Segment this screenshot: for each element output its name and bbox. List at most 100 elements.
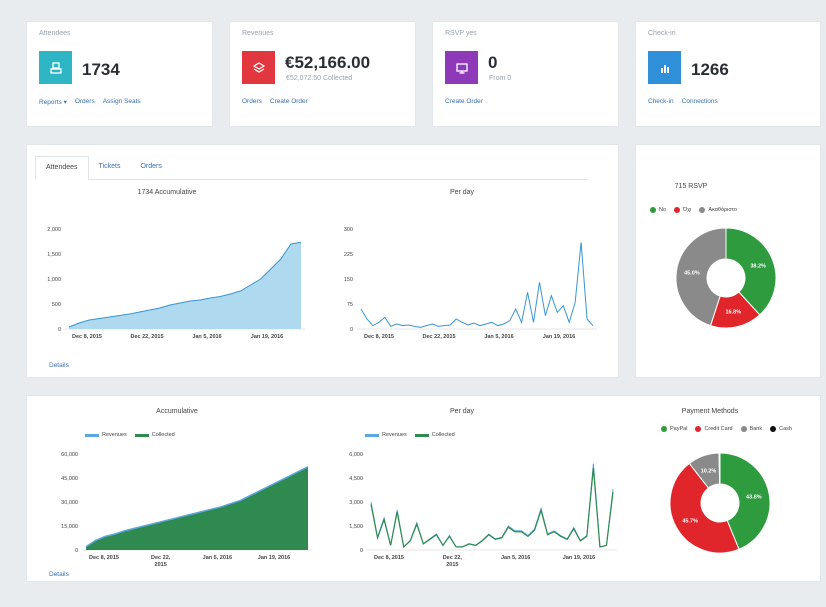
x-tick-label: 2015 bbox=[446, 562, 458, 568]
stat-card-revenues: Revenues €52,166.00 €52,072.50 Collected… bbox=[229, 21, 416, 127]
details-link[interactable]: Details bbox=[49, 362, 69, 369]
y-tick-label: 45,000 bbox=[61, 476, 78, 482]
attendees-per-day-chart: 0 75 150 225 300 Dec 8, 2015 Dec 22, 2015 Jan 5… bbox=[344, 227, 597, 340]
legend-item[interactable]: Bank bbox=[740, 426, 763, 432]
assign-seats-link[interactable]: Assign Seats bbox=[103, 98, 141, 106]
y-tick-label: 3,000 bbox=[349, 500, 363, 506]
reports-dropdown[interactable]: Reports ▾ bbox=[39, 98, 67, 106]
stat-card-checkin: Check-in 1266 Check-in Connections bbox=[635, 21, 821, 127]
legend-label: Bank bbox=[749, 426, 763, 432]
chart-title: 1734 Accumulative bbox=[137, 189, 197, 196]
y-tick-label: 500 bbox=[52, 302, 61, 308]
stat-value: 0 bbox=[488, 53, 498, 72]
legend-swatch bbox=[770, 426, 777, 432]
payment-methods-pie-chart: 43.8% 45.7% 10.2% bbox=[669, 452, 771, 554]
revenue-charts-panel: Accumulative Per day Payment Methods Rev… bbox=[26, 395, 821, 582]
slice-label: 10.2% bbox=[701, 468, 717, 474]
x-tick-label: Dec 22, 2015 bbox=[130, 334, 163, 340]
legend-label: Όχι bbox=[683, 207, 692, 213]
chart-title: 715 RSVP bbox=[674, 183, 708, 190]
attendees-accumulative-chart: 0 500 1,000 1,500 2,000 Dec 8, 2015 Dec 22, 20… bbox=[47, 227, 305, 340]
details-link[interactable]: Details bbox=[49, 571, 69, 578]
tab-tickets[interactable]: Tickets bbox=[89, 156, 131, 179]
legend-swatch bbox=[740, 426, 747, 432]
tab-orders[interactable]: Orders bbox=[130, 156, 171, 179]
pie-legend: PayPal Credit Card Bank Cash bbox=[661, 426, 801, 432]
stat-value: €52,166.00 bbox=[285, 53, 371, 72]
stat-card-rsvp: RSVP yes 0 From 0 Create Order bbox=[432, 21, 619, 127]
create-order-link[interactable]: Create Order bbox=[270, 98, 308, 105]
slice-label: 45.7% bbox=[682, 518, 698, 524]
y-tick-label: 30,000 bbox=[61, 500, 78, 506]
x-tick-label: Jan 19, 2016 bbox=[258, 555, 290, 561]
y-tick-label: 1,500 bbox=[47, 252, 61, 258]
y-tick-label: 225 bbox=[344, 252, 353, 258]
area-fill bbox=[69, 242, 301, 329]
x-tick-label: Jan 5, 2016 bbox=[501, 555, 530, 561]
stat-title: RSVP yes bbox=[445, 30, 477, 37]
legend-item[interactable]: Cash bbox=[770, 426, 792, 432]
legend-item[interactable]: Revenues bbox=[365, 432, 407, 438]
y-tick-label: 6,000 bbox=[349, 452, 363, 458]
rsvp-pie-panel: 715 RSVP No Όχι Ακαθόριστο 38.2% 16.8% 45.0% bbox=[635, 144, 821, 378]
orders-link[interactable]: Orders bbox=[242, 98, 262, 105]
chart-legend: Revenues Collected bbox=[85, 432, 175, 438]
legend-label: Credit Card bbox=[704, 426, 733, 432]
x-tick-label: 2015 bbox=[155, 562, 167, 568]
connections-link[interactable]: Connections bbox=[682, 98, 718, 105]
legend-item[interactable]: Όχι bbox=[674, 207, 691, 213]
legend-item[interactable]: No bbox=[650, 207, 666, 213]
legend-item[interactable]: Credit Card bbox=[695, 426, 733, 432]
legend-item[interactable]: Revenues bbox=[85, 432, 127, 438]
attendee-icon bbox=[39, 51, 72, 84]
legend-swatch bbox=[674, 207, 681, 213]
monitor-icon bbox=[445, 51, 478, 84]
y-tick-label: 0 bbox=[360, 548, 363, 554]
check-in-link[interactable]: Check-in bbox=[648, 98, 674, 105]
y-tick-label: 60,000 bbox=[61, 452, 78, 458]
stat-title: Check-in bbox=[648, 30, 676, 37]
slice-label: 38.2% bbox=[750, 264, 766, 270]
x-tick-label: Dec 22, bbox=[443, 555, 463, 561]
y-tick-label: 0 bbox=[58, 327, 61, 333]
legend-swatch bbox=[85, 433, 99, 437]
chart-title: Per day bbox=[449, 189, 475, 196]
legend-swatch bbox=[134, 433, 149, 437]
stat-card-attendees: Attendees 1734 Reports ▾ Orders Assign S… bbox=[26, 21, 213, 127]
x-tick-label: Jan 5, 2016 bbox=[203, 555, 232, 561]
chart-title: Per day bbox=[449, 408, 475, 415]
pie-slice bbox=[718, 452, 721, 485]
chart-title: Accumulative bbox=[156, 408, 198, 415]
legend-item[interactable]: Collected bbox=[414, 432, 455, 438]
tab-attendees[interactable]: Attendees bbox=[35, 156, 89, 180]
rsvp-pie-chart: 38.2% 16.8% 45.0% bbox=[675, 227, 777, 329]
legend-label: Ακαθόριστο bbox=[708, 207, 737, 213]
x-tick-label: Dec 22, 2015 bbox=[422, 334, 455, 340]
y-tick-label: 75 bbox=[347, 302, 353, 308]
y-tick-label: 150 bbox=[344, 277, 353, 283]
legend-label: PayPal bbox=[670, 426, 688, 432]
y-tick-label: 2,000 bbox=[47, 227, 61, 233]
legend-label: Collected bbox=[151, 432, 175, 438]
legend-item[interactable]: Collected bbox=[134, 432, 175, 438]
create-order-link[interactable]: Create Order bbox=[445, 98, 483, 105]
slice-label: 45.0% bbox=[684, 271, 700, 277]
attendees-charts-panel: Attendees Tickets Orders 1734 Accumulati… bbox=[26, 144, 619, 378]
x-tick-label: Dec 8, 2015 bbox=[364, 334, 394, 340]
legend-item[interactable]: Ακαθόριστο bbox=[699, 207, 737, 213]
revenue-per-day-chart: 0 1,500 3,000 4,500 6,000 Dec 8, 2015 Dec 22,2… bbox=[349, 452, 617, 568]
x-tick-label: Dec 22, bbox=[151, 555, 171, 561]
legend-label: Revenues bbox=[382, 432, 407, 438]
stat-value: 1734 bbox=[82, 60, 120, 79]
legend-swatch bbox=[699, 207, 706, 213]
legend-swatch bbox=[414, 433, 429, 437]
x-tick-label: Dec 8, 2015 bbox=[72, 334, 102, 340]
orders-link[interactable]: Orders bbox=[75, 98, 95, 106]
legend-swatch bbox=[695, 426, 702, 432]
y-tick-label: 1,000 bbox=[47, 277, 61, 283]
legend-item[interactable]: PayPal bbox=[661, 426, 687, 432]
stat-subtext: From 0 bbox=[489, 75, 512, 82]
legend-swatch bbox=[365, 433, 379, 437]
legend-label: Collected bbox=[431, 432, 455, 438]
y-tick-label: 0 bbox=[350, 327, 353, 333]
